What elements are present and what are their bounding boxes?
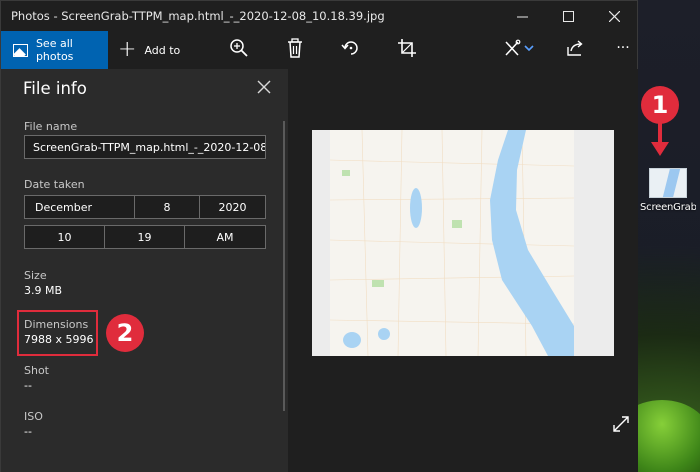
shot-label: Shot bbox=[24, 364, 49, 377]
add-to-button[interactable]: + Add to bbox=[118, 39, 180, 61]
share-icon bbox=[567, 40, 583, 56]
close-icon bbox=[257, 80, 271, 94]
expand-icon bbox=[613, 416, 629, 432]
toolbar: See all photos + Add to bbox=[1, 31, 637, 69]
zoom-in-button[interactable] bbox=[227, 36, 251, 60]
crop-icon bbox=[398, 39, 416, 57]
desktop-file-icon[interactable]: ScreenGrab... bbox=[640, 168, 696, 213]
title-bar: Photos - ScreenGrab-TTPM_map.html_-_2020… bbox=[1, 1, 637, 31]
shot-value: -- bbox=[24, 379, 32, 392]
edit-create-button[interactable] bbox=[501, 36, 541, 60]
maximize-icon bbox=[562, 10, 574, 22]
date-year-field[interactable]: 2020 bbox=[199, 195, 266, 219]
close-button[interactable] bbox=[591, 1, 637, 31]
panel-close-button[interactable] bbox=[257, 79, 275, 97]
see-all-photos-button[interactable]: See all photos bbox=[1, 31, 108, 69]
photos-window: Photos - ScreenGrab-TTPM_map.html_-_2020… bbox=[0, 0, 638, 472]
annotation-marker-2: 2 bbox=[106, 314, 144, 352]
date-day-field[interactable]: 8 bbox=[134, 195, 200, 219]
share-button[interactable] bbox=[563, 36, 587, 60]
picture-icon bbox=[13, 43, 28, 57]
zoom-in-icon bbox=[230, 39, 248, 57]
map-image bbox=[312, 130, 614, 356]
fullscreen-button[interactable] bbox=[612, 415, 630, 433]
file-name-label: File name bbox=[24, 120, 78, 133]
size-value: 3.9 MB bbox=[24, 284, 63, 297]
more-options-button[interactable]: ··· bbox=[611, 36, 635, 60]
annotation-marker-1: 1 bbox=[641, 86, 679, 124]
panel-scrollbar[interactable] bbox=[283, 121, 285, 411]
annotation-highlight-box bbox=[17, 310, 98, 356]
maximize-button[interactable] bbox=[545, 1, 591, 31]
iso-value: -- bbox=[24, 425, 32, 438]
window-title: Photos - ScreenGrab-TTPM_map.html_-_2020… bbox=[11, 9, 385, 23]
minimize-button[interactable] bbox=[499, 1, 545, 31]
edit-icon bbox=[505, 39, 534, 56]
crop-button[interactable] bbox=[395, 36, 419, 60]
time-minute-field[interactable]: 19 bbox=[104, 225, 185, 249]
trash-icon bbox=[288, 38, 302, 58]
annotation-arrow-icon bbox=[651, 142, 669, 156]
image-canvas bbox=[288, 69, 638, 472]
file-info-heading: File info bbox=[23, 79, 87, 98]
delete-button[interactable] bbox=[283, 36, 307, 60]
image-file-thumbnail-icon bbox=[649, 168, 687, 198]
close-icon bbox=[608, 10, 620, 22]
iso-label: ISO bbox=[24, 410, 43, 423]
plus-icon: + bbox=[118, 37, 137, 62]
size-label: Size bbox=[24, 269, 47, 282]
desktop-file-label: ScreenGrab... bbox=[640, 202, 696, 213]
time-hour-field[interactable]: 10 bbox=[24, 225, 105, 249]
date-month-field[interactable]: December bbox=[24, 195, 135, 219]
file-info-panel: File info File name ScreenGrab-TTPM_map.… bbox=[1, 69, 288, 472]
map-drawing bbox=[329, 130, 575, 356]
file-name-field[interactable]: ScreenGrab-TTPM_map.html_-_2020-12-08_1 bbox=[24, 135, 266, 159]
date-taken-label: Date taken bbox=[24, 178, 85, 191]
more-icon: ··· bbox=[616, 40, 630, 56]
rotate-button[interactable] bbox=[339, 36, 363, 60]
see-all-photos-label: See all photos bbox=[35, 37, 74, 63]
time-ampm-field[interactable]: AM bbox=[184, 225, 266, 249]
rotate-icon bbox=[341, 41, 358, 55]
minimize-icon bbox=[516, 16, 528, 17]
add-to-label: Add to bbox=[144, 43, 181, 57]
